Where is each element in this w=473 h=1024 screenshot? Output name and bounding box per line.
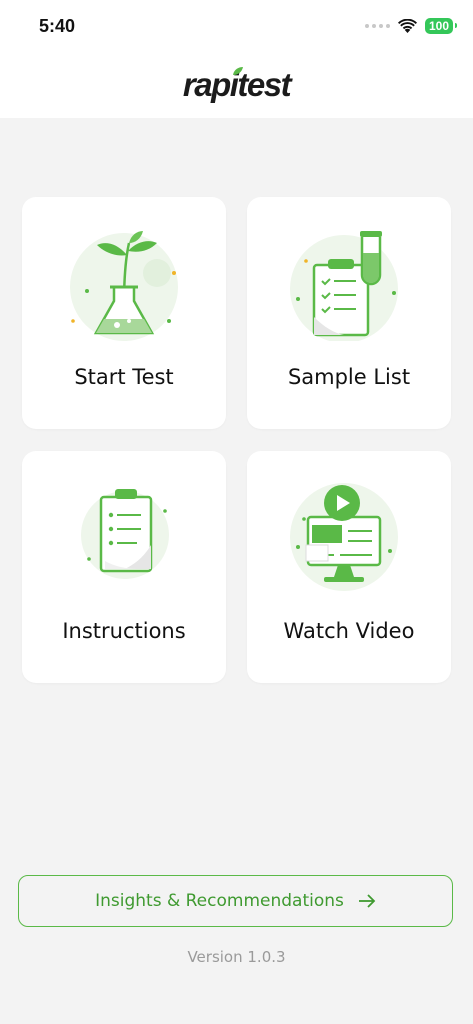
leaf-icon [233,67,243,75]
wifi-icon [397,18,417,33]
instructions-label: Instructions [62,619,186,643]
status-icons: 100 [364,18,458,34]
insights-recommendations-button[interactable]: Insights & Recommendations [18,875,453,927]
insights-button-label: Insights & Recommendations [95,891,344,911]
arrow-right-icon [358,894,376,908]
header-area: 5:40 100 rapitest [0,0,473,118]
watch-video-tile[interactable]: Watch Video [247,451,451,683]
clipboard-checklist-icon [22,475,226,605]
battery-icon: 100 [424,18,458,34]
status-time: 5:40 [39,16,76,36]
instructions-tile[interactable]: Instructions [22,451,226,683]
start-test-tile[interactable]: Start Test [22,197,226,429]
version-text: Version 1.0.3 [187,948,286,966]
sample-list-tile[interactable]: Sample List [247,197,451,429]
clipboard-test-tube-icon [247,221,451,351]
sample-list-label: Sample List [287,365,411,389]
watch-video-label: Watch Video [283,619,415,643]
start-test-label: Start Test [74,365,174,389]
home-screen: 5:40 100 rapitest Start Test Sample List… [0,0,473,1024]
monitor-play-icon [247,475,451,605]
flask-plant-icon [22,221,226,351]
cellular-signal-icon [364,24,390,28]
